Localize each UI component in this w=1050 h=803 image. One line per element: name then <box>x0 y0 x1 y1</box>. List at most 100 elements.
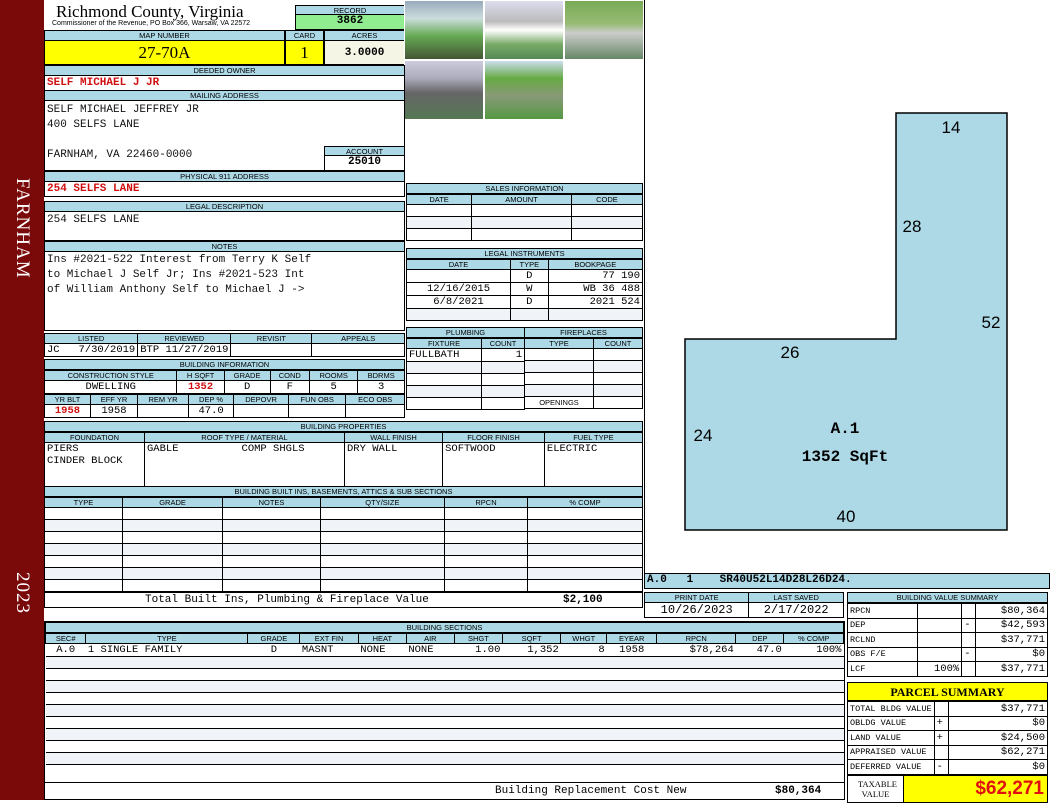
table-row: FULLBATH 1 <box>405 348 525 362</box>
table-row <box>405 373 525 386</box>
mailing-line-1: SELF MICHAEL JEFFREY JR <box>47 104 199 116</box>
building-info-value: 47.0 <box>187 404 235 418</box>
section-cell <box>502 692 561 705</box>
builtin-cell <box>222 555 321 568</box>
section-cell <box>502 680 561 693</box>
builtin-cell <box>44 567 123 580</box>
fireplace-cell <box>524 384 594 397</box>
builtin-cell <box>222 543 321 556</box>
table-row <box>44 543 643 556</box>
builtin-cell <box>44 579 123 592</box>
section-cell <box>606 656 657 669</box>
building-info-value <box>233 404 290 418</box>
section-cell <box>735 680 784 693</box>
section-cell <box>299 656 359 669</box>
section-cell <box>735 656 784 669</box>
section-cell <box>299 680 359 693</box>
section-cell <box>735 704 784 717</box>
section-cell <box>783 716 844 729</box>
column-header: NOTES <box>222 497 321 508</box>
properties-title: BUILDING PROPERTIES <box>44 421 643 432</box>
section-cell <box>454 692 503 705</box>
parcel-summary-sign: + <box>933 715 949 731</box>
column-header: GRADE <box>223 370 271 381</box>
plumbing-cell <box>405 397 483 410</box>
section-cell <box>454 680 503 693</box>
replacement-cost: $80,364 <box>775 785 822 797</box>
table-row <box>405 228 644 241</box>
section-cell <box>358 656 407 669</box>
property-photo[interactable] <box>484 60 564 120</box>
wall-finish: DRY WALL <box>343 442 444 493</box>
column-header: FOUNDATION <box>44 432 145 443</box>
openings-label: OPENINGS <box>524 396 594 409</box>
column-header: DEP % <box>187 394 235 405</box>
mailing-line-2: 400 SELFS LANE <box>47 119 140 131</box>
parcel-summary-label: DEFERRED VALUE <box>847 759 935 775</box>
section-cell <box>299 740 359 753</box>
building-info-value: 3 <box>357 380 405 394</box>
section-cell <box>502 716 561 729</box>
instrument-cell <box>510 308 549 321</box>
section-cell <box>656 740 736 753</box>
value-summary-label: RCLND <box>847 632 918 648</box>
section-cell <box>502 728 561 741</box>
building-info-value: 1352 <box>176 380 225 394</box>
section-cell <box>45 680 86 693</box>
builtin-cell <box>121 579 224 592</box>
builtin-cell <box>319 579 445 592</box>
section-cell <box>502 704 561 717</box>
table-row <box>45 680 844 693</box>
section-cell <box>85 704 248 717</box>
builtin-cell <box>527 519 643 532</box>
section-cell <box>606 728 657 741</box>
section-cell <box>656 692 736 705</box>
acres-value: 3.0000 <box>324 40 405 65</box>
section-cell <box>358 668 407 681</box>
section-cell <box>45 728 86 741</box>
listed-by: JC <box>47 344 60 356</box>
section-cell: MASNT <box>299 643 359 657</box>
builtins-total: $2,100 <box>563 594 603 606</box>
parcel-summary-amount: $24,500 <box>947 730 1049 746</box>
section-cell <box>560 680 607 693</box>
property-photo[interactable] <box>484 0 564 60</box>
table-row <box>44 519 643 532</box>
builtin-cell <box>527 507 643 520</box>
value-summary-amount: $42,593 <box>975 617 1048 633</box>
fireplace-cell <box>524 348 594 361</box>
builtin-cell <box>222 567 321 580</box>
property-photo[interactable] <box>404 0 484 60</box>
table-row <box>405 361 525 374</box>
section-cell <box>45 692 86 705</box>
section-cell <box>358 728 407 741</box>
building-info-value <box>345 404 405 418</box>
sketch-dim: 28 <box>903 217 922 236</box>
built-ins: BUILDING BUILT INS, BASEMENTS, ATTICS & … <box>44 486 643 608</box>
column-header: AMOUNT <box>471 194 572 205</box>
column-header: GRADE <box>121 497 224 508</box>
property-photo[interactable] <box>404 60 484 120</box>
section-cell <box>45 668 86 681</box>
builtin-cell <box>319 555 445 568</box>
column-header: WALL FINISH <box>343 432 444 443</box>
section-cell <box>247 728 300 741</box>
table-row <box>45 728 844 741</box>
parcel-summary-title: PARCEL SUMMARY <box>847 682 1048 701</box>
builtin-cell <box>44 519 123 532</box>
section-cell <box>406 668 455 681</box>
section-cell: NONE <box>358 643 407 657</box>
section-cell: 8 <box>560 643 607 657</box>
section-cell: 1958 <box>606 643 657 657</box>
table-row: D 77 190 <box>406 269 644 283</box>
column-header: COUNT <box>481 338 525 349</box>
dates-table: PRINT DATE LAST SAVED 10/26/2023 2/17/2022 <box>643 592 844 618</box>
column-header: EYEAR <box>606 633 658 644</box>
sketch-area-sqft: 1352 SqFt <box>802 448 888 466</box>
building-info-value: F <box>269 380 310 394</box>
property-photo[interactable] <box>564 0 644 60</box>
table-row <box>44 555 643 568</box>
builtin-cell <box>121 555 224 568</box>
sketch-area[interactable]: 14 28 52 26 24 40 A.1 1352 SqFt <box>644 0 1050 573</box>
section-cell <box>606 668 657 681</box>
